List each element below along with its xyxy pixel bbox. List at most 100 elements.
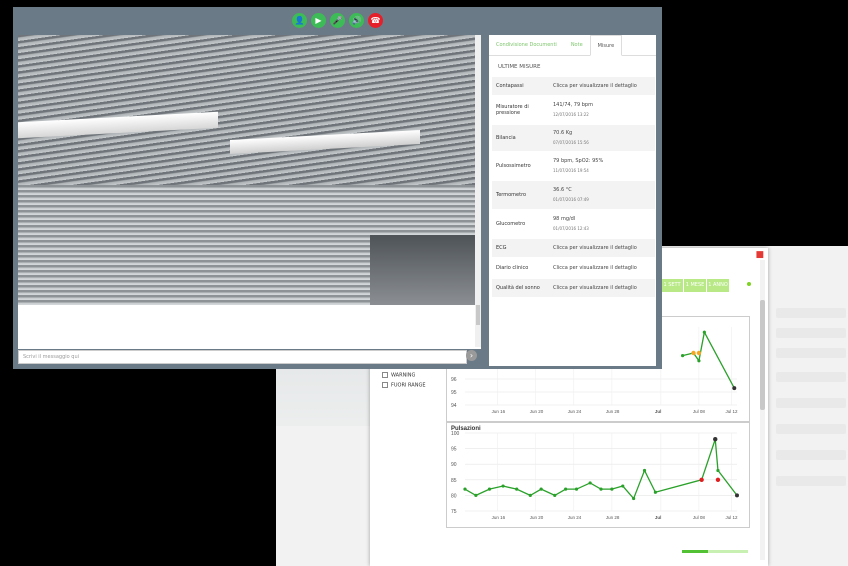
range-button[interactable]: 1 SETT bbox=[661, 279, 683, 292]
x-tick-label: Jul 08 bbox=[693, 515, 706, 520]
close-icon[interactable]: ■ bbox=[755, 250, 764, 260]
range-button[interactable]: 1 ANNO bbox=[707, 279, 729, 292]
x-tick-label: Jun 28 bbox=[606, 409, 620, 414]
chat-input[interactable]: Scrivi il messaggio qui bbox=[18, 350, 467, 364]
data-point[interactable] bbox=[501, 484, 505, 488]
measurement-label: Bilancia bbox=[496, 135, 516, 141]
measurements-table: Contapassi Clicca per visualizzare il det… bbox=[492, 77, 655, 297]
data-point[interactable] bbox=[588, 481, 592, 485]
x-tick-label: Jul 12 bbox=[726, 515, 739, 520]
scrollbar[interactable] bbox=[760, 260, 765, 560]
data-point[interactable] bbox=[632, 496, 636, 501]
y-tick-label: 94 bbox=[451, 403, 457, 409]
send-icon[interactable]: › bbox=[466, 350, 477, 361]
measurement-value[interactable]: 79 bpm, SpO2: 95% 11/07/2016 19:54 bbox=[553, 157, 603, 175]
measurement-timestamp: 01/07/2016 07:49 bbox=[553, 197, 589, 202]
measurement-value[interactable]: Clicca per visualizzare il dettaglio bbox=[553, 284, 637, 293]
status-marker[interactable] bbox=[715, 477, 721, 482]
measurement-label: Termometro bbox=[496, 192, 527, 198]
range-button[interactable]: 1 MESE bbox=[684, 279, 706, 292]
measurement-row[interactable]: Diario clinico Clicca per visualizzare il… bbox=[492, 257, 655, 279]
measurement-value[interactable]: 98 mg/dl 01/07/2016 12:43 bbox=[553, 215, 589, 233]
chart-pulsazioni: 75 80 85 90 95 100 Jun 16 Jun 20 Jun 24 Jun 28 Jul… bbox=[446, 422, 750, 528]
measurement-row[interactable]: Termometro 36.6 °C 01/07/2016 07:49 bbox=[492, 181, 655, 209]
data-point[interactable] bbox=[642, 468, 647, 473]
panel-tabs: Condivisione Documenti Note Misure bbox=[489, 35, 656, 56]
measurement-row[interactable]: Misuratore di pressione 141/74, 79 bpm 12/… bbox=[492, 95, 655, 125]
measurements-panel: Condivisione Documenti Note Misure ULTIM… bbox=[489, 35, 656, 366]
data-point[interactable] bbox=[697, 359, 701, 363]
data-point[interactable] bbox=[681, 354, 685, 358]
data-point[interactable] bbox=[553, 493, 557, 497]
measurement-label: ECG bbox=[496, 245, 507, 251]
x-tick-label: Jun 24 bbox=[568, 409, 582, 414]
last-point-marker[interactable] bbox=[735, 493, 739, 498]
data-point[interactable] bbox=[702, 330, 706, 334]
checkbox-icon[interactable] bbox=[382, 372, 388, 378]
user-icon[interactable]: 👤 bbox=[292, 13, 307, 28]
background-list-item bbox=[776, 424, 846, 434]
measurement-value-text: 141/74, 79 bpm bbox=[553, 102, 593, 108]
data-point[interactable] bbox=[653, 490, 657, 494]
measurement-value[interactable]: 141/74, 79 bpm 12/07/2016 13:22 bbox=[553, 101, 593, 119]
x-tick-label: Jun 16 bbox=[492, 409, 506, 414]
background-list-item bbox=[776, 328, 846, 338]
data-point[interactable] bbox=[539, 487, 543, 491]
range-selector: 1 SETT 1 MESE 1 ANNO bbox=[661, 279, 730, 292]
measurement-timestamp: 11/07/2016 19:54 bbox=[553, 168, 589, 173]
data-point[interactable] bbox=[487, 487, 492, 491]
measurement-row[interactable]: Glucometro 98 mg/dl 01/07/2016 12:43 bbox=[492, 209, 655, 239]
data-point[interactable] bbox=[599, 487, 603, 491]
video-call-window: 👤 ▶ 🎤 🔊 ☎ Scrivi il messaggio qui › Cond… bbox=[13, 7, 662, 369]
measurement-value[interactable]: 36.6 °C 01/07/2016 07:49 bbox=[553, 186, 589, 204]
data-point[interactable] bbox=[474, 493, 478, 497]
data-point[interactable] bbox=[515, 487, 519, 491]
checkbox-icon[interactable] bbox=[382, 382, 388, 388]
background-list-item bbox=[776, 348, 846, 358]
data-point[interactable] bbox=[621, 484, 625, 488]
measurement-value-text: 98 mg/dl bbox=[553, 216, 576, 222]
tab-note[interactable]: Note bbox=[564, 35, 590, 55]
measurement-row[interactable]: ECG Clicca per visualizzare il dettaglio bbox=[492, 239, 655, 257]
background-list-item bbox=[776, 398, 846, 408]
data-point[interactable] bbox=[716, 468, 720, 473]
measurement-value[interactable]: 70.6 Kg 07/07/2016 15:56 bbox=[553, 129, 589, 147]
status-marker[interactable] bbox=[699, 477, 704, 482]
x-tick-label: Jul bbox=[655, 515, 662, 520]
status-marker[interactable] bbox=[691, 350, 696, 356]
measurement-value[interactable]: Clicca per visualizzare il dettaglio bbox=[553, 264, 637, 273]
legend-warning[interactable]: WARNING bbox=[382, 372, 415, 379]
chat-scrollbar[interactable] bbox=[475, 35, 481, 347]
speaker-icon[interactable]: 🔊 bbox=[349, 13, 364, 28]
video-icon[interactable]: ▶ bbox=[311, 13, 326, 28]
x-tick-label: Jul 12 bbox=[726, 409, 739, 414]
data-point[interactable] bbox=[564, 487, 568, 491]
legend-fuori-range[interactable]: FUORI RANGE bbox=[382, 382, 425, 389]
hangup-icon[interactable]: ☎ bbox=[368, 13, 383, 28]
data-point[interactable] bbox=[610, 487, 614, 491]
last-point-marker[interactable] bbox=[732, 386, 737, 391]
measurement-value-text: Clicca per visualizzare il dettaglio bbox=[553, 82, 637, 89]
measurement-timestamp: 01/07/2016 12:43 bbox=[553, 226, 589, 231]
status-marker[interactable] bbox=[713, 437, 718, 442]
data-point[interactable] bbox=[463, 487, 467, 491]
y-tick-label: 90 bbox=[451, 462, 457, 468]
chart-title: Pulsazioni bbox=[451, 426, 481, 432]
measurement-row[interactable]: Contapassi Clicca per visualizzare il det… bbox=[492, 77, 655, 95]
measurement-row[interactable]: Qualità del sonno Clicca per visualizzare… bbox=[492, 279, 655, 297]
measurement-value[interactable]: Clicca per visualizzare il dettaglio bbox=[553, 82, 637, 91]
tab-condivisione-documenti[interactable]: Condivisione Documenti bbox=[489, 35, 564, 55]
microphone-icon[interactable]: 🎤 bbox=[330, 13, 345, 28]
y-tick-label: 96 bbox=[451, 377, 457, 383]
x-tick-label: Jul 08 bbox=[693, 409, 706, 414]
background-list-item bbox=[776, 450, 846, 460]
data-point[interactable] bbox=[528, 493, 532, 497]
measurement-row[interactable]: Bilancia 70.6 Kg 07/07/2016 15:56 bbox=[492, 125, 655, 151]
y-tick-label: 95 bbox=[451, 390, 457, 396]
tab-misure[interactable]: Misure bbox=[589, 35, 623, 56]
status-marker[interactable] bbox=[696, 350, 702, 356]
data-point[interactable] bbox=[574, 487, 579, 491]
measurement-label: Diario clinico bbox=[496, 265, 529, 271]
measurement-value[interactable]: Clicca per visualizzare il dettaglio bbox=[553, 244, 637, 253]
measurement-row[interactable]: Pulsossimetro 79 bpm, SpO2: 95% 11/07/2016… bbox=[492, 151, 655, 181]
